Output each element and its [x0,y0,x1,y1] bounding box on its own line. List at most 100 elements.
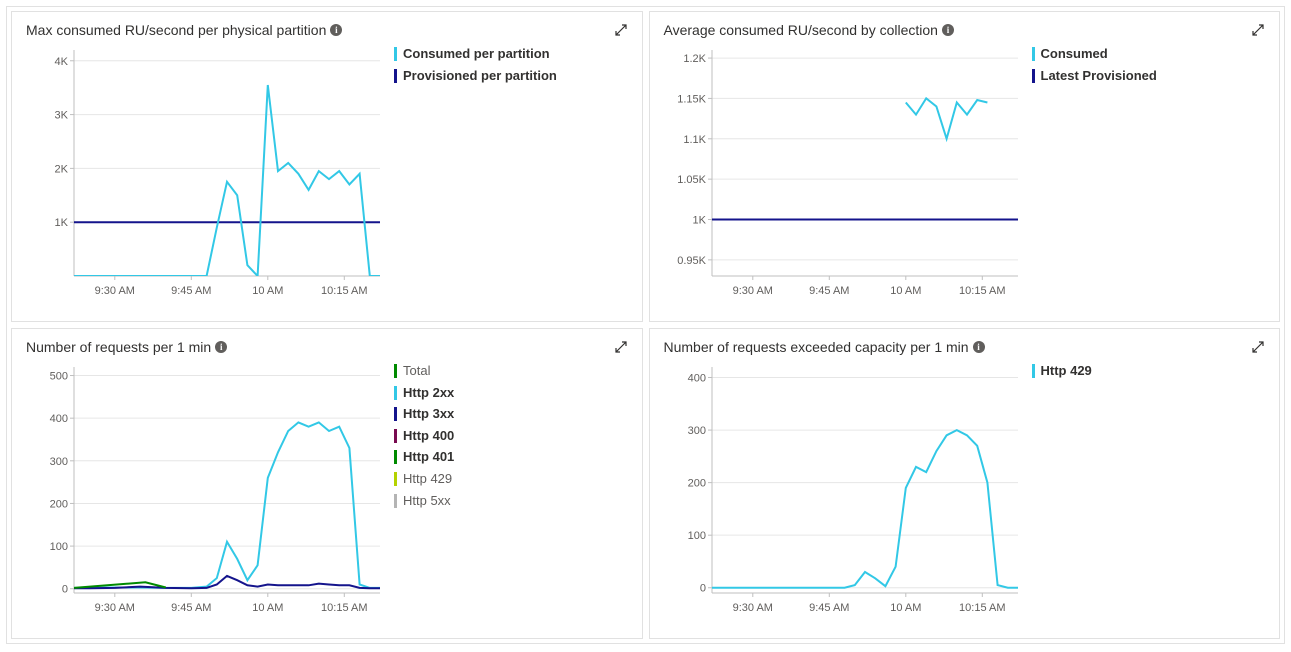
svg-text:1K: 1K [55,217,69,229]
svg-text:9:45 AM: 9:45 AM [809,602,849,614]
legend-swatch [394,47,397,61]
svg-text:10:15 AM: 10:15 AM [959,602,1005,614]
svg-text:400: 400 [50,413,68,425]
legend-item[interactable]: Http 3xx [394,406,628,422]
expand-icon[interactable] [614,340,628,354]
legend-label: Http 400 [403,428,628,444]
svg-text:0: 0 [62,584,68,596]
svg-text:300: 300 [50,456,68,468]
legend-item[interactable]: Http 429 [394,471,628,487]
svg-text:10:15 AM: 10:15 AM [321,285,367,297]
dashboard-grid: Max consumed RU/second per physical part… [6,6,1285,644]
svg-text:100: 100 [50,541,68,553]
legend-swatch [394,450,397,464]
legend: Consumed per partition Provisioned per pa… [394,44,628,309]
legend-label: Http 429 [403,471,628,487]
panel-title: Number of requests exceeded capacity per… [664,339,969,355]
svg-text:300: 300 [687,425,705,437]
svg-text:4K: 4K [55,56,69,68]
chart-svg: 1K2K3K4K9:30 AM9:45 AM10 AM10:15 AM [26,44,386,304]
legend-item[interactable]: Consumed per partition [394,46,628,62]
chart-area: 1K2K3K4K9:30 AM9:45 AM10 AM10:15 AM [26,44,386,309]
svg-text:200: 200 [50,498,68,510]
svg-text:1.15K: 1.15K [677,93,706,105]
svg-text:10:15 AM: 10:15 AM [959,285,1005,297]
chart-svg: 01002003004009:30 AM9:45 AM10 AM10:15 AM [664,361,1024,621]
title-wrap: Average consumed RU/second by collection… [664,22,954,38]
panel-header: Max consumed RU/second per physical part… [26,22,628,38]
svg-text:200: 200 [687,478,705,490]
legend-swatch [1032,69,1035,83]
chart-svg: 0 100 200 300 400 500 9:30 AM 9:45 AM 10 AM 10:15… [26,361,386,621]
legend-item[interactable]: Http 5xx [394,493,628,509]
svg-text:400: 400 [687,373,705,385]
svg-text:10 AM: 10 AM [890,285,921,297]
svg-text:10 AM: 10 AM [252,285,283,297]
info-icon[interactable]: i [973,341,985,353]
panel-header: Average consumed RU/second by collection… [664,22,1266,38]
legend-item[interactable]: Http 401 [394,449,628,465]
legend-swatch [394,472,397,486]
panel-body: 1K2K3K4K9:30 AM9:45 AM10 AM10:15 AM Cons… [26,44,628,309]
chart-area: 01002003004009:30 AM9:45 AM10 AM10:15 AM [664,361,1024,626]
panel-header: Number of requests exceeded capacity per… [664,339,1266,355]
svg-text:1.05K: 1.05K [677,174,706,186]
legend-swatch [1032,47,1035,61]
legend-item[interactable]: Provisioned per partition [394,68,628,84]
svg-text:500: 500 [50,371,68,383]
legend: Total Http 2xx Http 3xx Http 400 Http 401 Htt… [394,361,628,626]
svg-text:10:15 AM: 10:15 AM [321,602,367,614]
svg-text:100: 100 [687,530,705,542]
legend-item[interactable]: Http 400 [394,428,628,444]
panel-req-exceeded: Number of requests exceeded capacity per… [649,328,1281,639]
svg-text:0.95K: 0.95K [677,255,706,267]
svg-text:9:45 AM: 9:45 AM [809,285,849,297]
title-wrap: Number of requests exceeded capacity per… [664,339,985,355]
legend-label: Http 401 [403,449,628,465]
info-icon[interactable]: i [215,341,227,353]
expand-icon[interactable] [1251,340,1265,354]
legend-label: Consumed [1041,46,1266,62]
chart-area: 0 100 200 300 400 500 9:30 AM 9:45 AM 10 AM 10:15… [26,361,386,626]
legend: Http 429 [1032,361,1266,626]
svg-text:2K: 2K [55,163,69,175]
legend-swatch [394,386,397,400]
legend-item[interactable]: Consumed [1032,46,1266,62]
legend-label: Provisioned per partition [403,68,628,84]
svg-text:9:45 AM: 9:45 AM [171,602,211,614]
legend-swatch [394,429,397,443]
svg-text:1K: 1K [692,215,706,227]
svg-text:9:30 AM: 9:30 AM [732,285,772,297]
svg-text:9:30 AM: 9:30 AM [732,602,772,614]
svg-text:9:30 AM: 9:30 AM [95,602,135,614]
panel-header: Number of requests per 1 min i [26,339,628,355]
legend-swatch [394,364,397,378]
info-icon[interactable]: i [330,24,342,36]
chart-area: 0.95K1K1.05K1.1K1.15K1.2K9:30 AM9:45 AM1… [664,44,1024,309]
expand-icon[interactable] [1251,23,1265,37]
svg-text:3K: 3K [55,110,69,122]
title-wrap: Max consumed RU/second per physical part… [26,22,342,38]
panel-title: Average consumed RU/second by collection [664,22,938,38]
title-wrap: Number of requests per 1 min i [26,339,227,355]
legend-item[interactable]: Latest Provisioned [1032,68,1266,84]
panel-req-1min: Number of requests per 1 min i 0 100 200 30… [11,328,643,639]
expand-icon[interactable] [614,23,628,37]
legend-label: Http 3xx [403,406,628,422]
info-icon[interactable]: i [942,24,954,36]
svg-text:1.2K: 1.2K [683,53,706,65]
legend-item[interactable]: Http 429 [1032,363,1266,379]
legend-item[interactable]: Total [394,363,628,379]
panel-title: Number of requests per 1 min [26,339,211,355]
legend-swatch [394,69,397,83]
panel-max-ru: Max consumed RU/second per physical part… [11,11,643,322]
legend-swatch [394,407,397,421]
svg-text:10 AM: 10 AM [890,602,921,614]
panel-title: Max consumed RU/second per physical part… [26,22,326,38]
svg-text:10 AM: 10 AM [252,602,283,614]
legend-label: Http 5xx [403,493,628,509]
legend-label: Http 2xx [403,385,628,401]
svg-text:9:45 AM: 9:45 AM [171,285,211,297]
panel-avg-ru: Average consumed RU/second by collection… [649,11,1281,322]
legend-item[interactable]: Http 2xx [394,385,628,401]
